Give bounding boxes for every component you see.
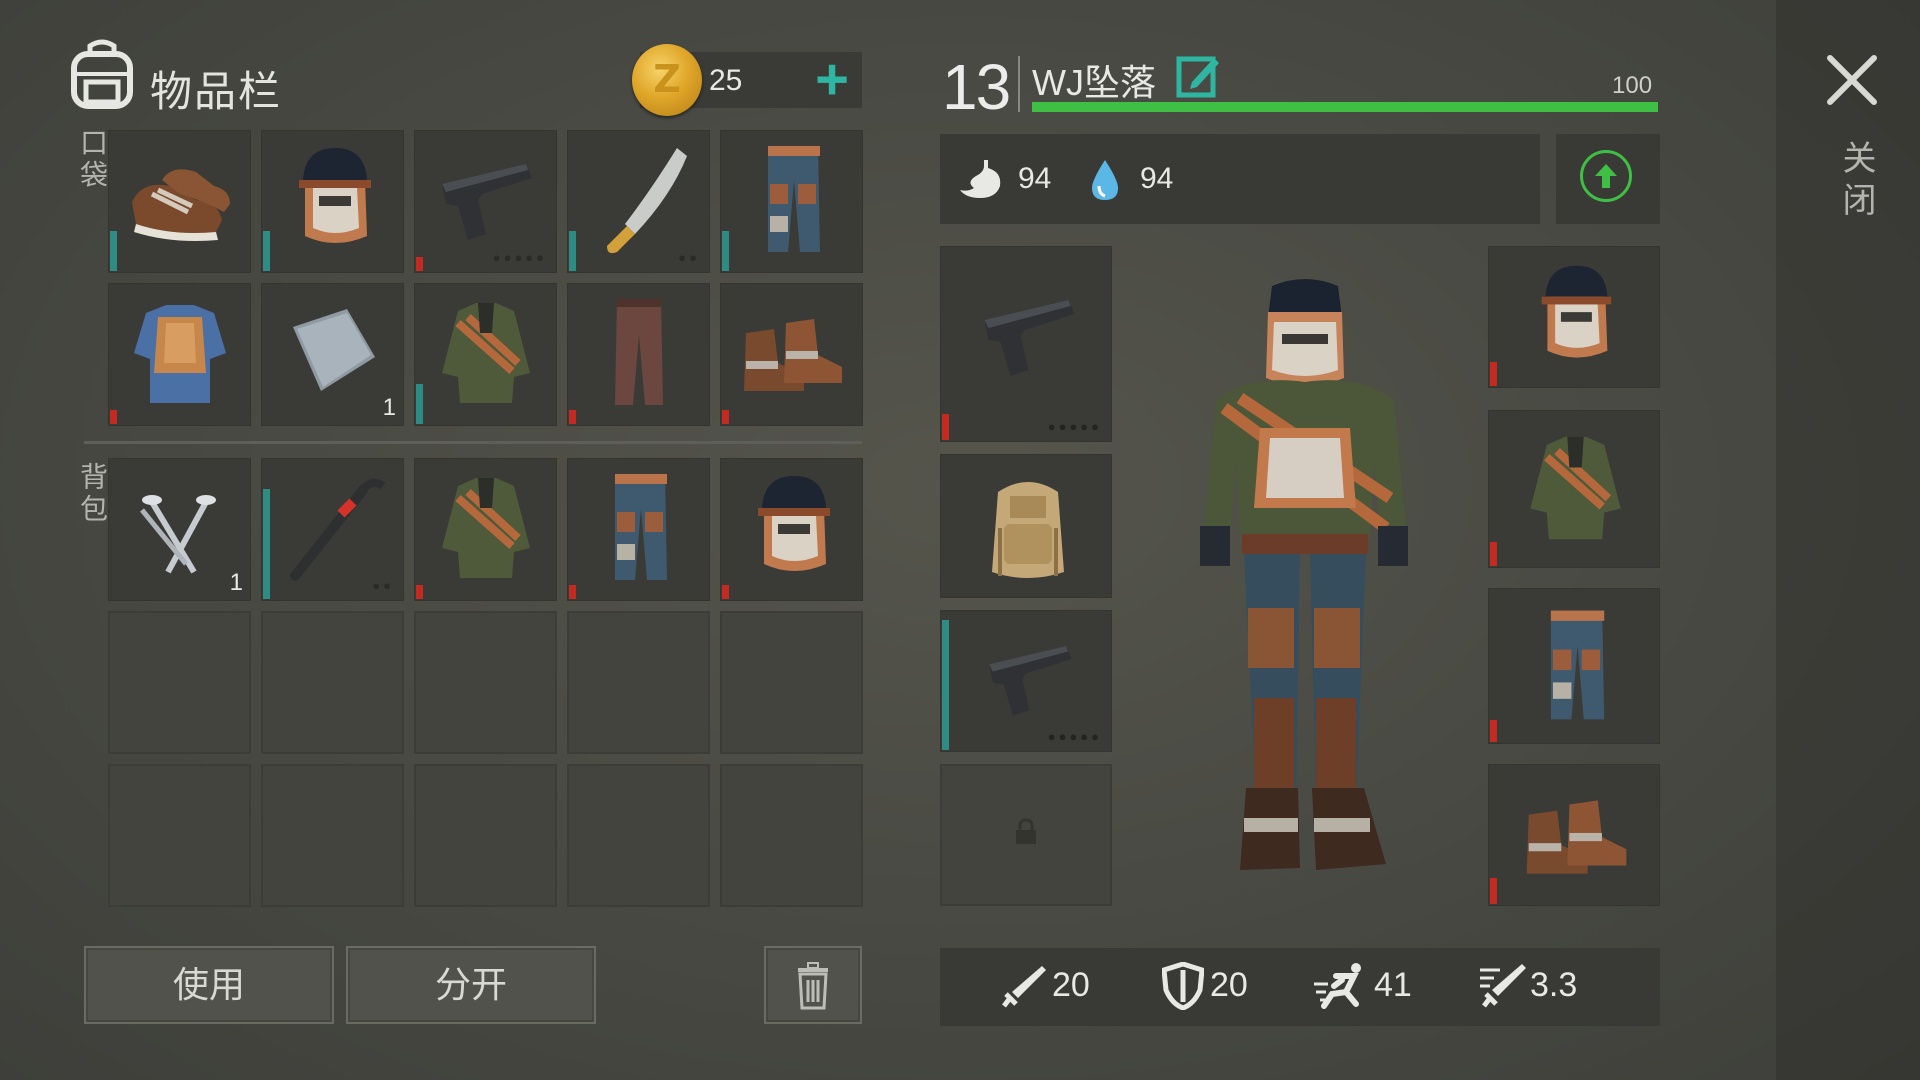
equip-slot-locked[interactable] xyxy=(940,764,1112,906)
character-level: 13 xyxy=(942,51,1011,123)
attack-value: 20 xyxy=(1052,966,1090,1004)
inventory-slot[interactable] xyxy=(567,458,710,601)
inventory-slot[interactable] xyxy=(720,130,863,273)
inventory-slot[interactable]: 1 xyxy=(261,283,404,426)
attack-speed-icon xyxy=(1480,964,1526,1008)
armored-pants-icon xyxy=(768,146,820,252)
sword-icon xyxy=(1002,966,1046,1008)
armored-pants-icon xyxy=(1550,610,1605,720)
stomach-icon xyxy=(960,160,1001,198)
lock-icon xyxy=(1016,818,1036,844)
sneakers-icon xyxy=(132,169,230,241)
camo-jacket-icon xyxy=(1530,436,1621,540)
machete-icon xyxy=(607,148,687,254)
durability-dots: ●● xyxy=(372,578,394,593)
pistol-icon xyxy=(442,164,532,240)
pistol-icon xyxy=(984,300,1075,376)
brown-pants-icon xyxy=(615,299,663,405)
inventory-slot-empty[interactable] xyxy=(720,611,863,754)
split-button[interactable]: 分开 xyxy=(346,946,596,1024)
inventory-slot[interactable]: ●● xyxy=(261,458,404,601)
coin-icon xyxy=(632,44,702,116)
inventory-slot[interactable] xyxy=(261,130,404,273)
trash-icon xyxy=(798,962,828,1010)
metal-plate-icon xyxy=(293,309,375,391)
inventory-slot[interactable] xyxy=(414,458,557,601)
nails-icon xyxy=(140,495,216,574)
use-button[interactable]: 使用 xyxy=(84,946,334,1024)
shield-icon xyxy=(1162,962,1204,1010)
crowbar-icon xyxy=(290,478,386,581)
speed-value: 41 xyxy=(1374,966,1412,1004)
inventory-slot-empty[interactable] xyxy=(108,611,251,754)
backpack-label: 背包 xyxy=(77,462,108,526)
hp-bar-fill xyxy=(1032,102,1658,112)
inventory-slot[interactable] xyxy=(720,458,863,601)
attack-speed-value: 3.3 xyxy=(1530,966,1578,1004)
camo-jacket-icon xyxy=(442,303,530,403)
item-quantity: 1 xyxy=(229,569,243,596)
welding-helmet-icon xyxy=(299,148,371,243)
close-icon[interactable] xyxy=(1826,54,1878,106)
pockets-label: 口袋 xyxy=(77,128,108,192)
backpack-item-icon xyxy=(992,482,1064,578)
inventory-slot-empty[interactable] xyxy=(720,764,863,907)
armored-pants-icon xyxy=(615,474,667,580)
player-name: WJ坠落 xyxy=(1032,62,1156,103)
running-icon xyxy=(1314,963,1361,1009)
durability-dots: ●●●●● xyxy=(492,250,547,265)
level-separator xyxy=(1018,56,1020,112)
inventory-slot-empty[interactable] xyxy=(261,611,404,754)
camo-jacket-icon xyxy=(442,478,530,578)
inventory-slot[interactable] xyxy=(108,130,251,273)
delete-button[interactable] xyxy=(764,946,862,1024)
inventory-slot[interactable] xyxy=(108,283,251,426)
inventory-title: 物品栏 xyxy=(150,68,283,115)
equip-slot-weapon-primary[interactable]: ●●●●● xyxy=(940,246,1112,442)
add-coins-button[interactable]: + xyxy=(804,51,860,109)
edit-icon[interactable] xyxy=(1176,54,1220,98)
armored-vest-icon xyxy=(134,305,226,403)
inventory-slot[interactable]: 1 xyxy=(108,458,251,601)
backpack-icon xyxy=(71,39,133,109)
coin-count: 25 xyxy=(709,64,743,97)
equip-slot-legs[interactable] xyxy=(1488,588,1660,744)
close-button[interactable]: 关闭 xyxy=(1832,140,1881,224)
inventory-slot[interactable] xyxy=(567,283,710,426)
inventory-slot-empty[interactable] xyxy=(108,764,251,907)
equip-slot-backpack[interactable] xyxy=(940,454,1112,598)
inventory-slot-empty[interactable] xyxy=(567,611,710,754)
inventory-slot[interactable]: ●● xyxy=(567,130,710,273)
inventory-slot[interactable]: ●●●●● xyxy=(414,130,557,273)
inventory-slot[interactable] xyxy=(414,283,557,426)
water-drop-icon xyxy=(1092,160,1118,200)
section-divider xyxy=(84,441,862,444)
pistol-icon xyxy=(989,646,1072,716)
equip-slot-feet[interactable] xyxy=(1488,764,1660,906)
inventory-slot-empty[interactable] xyxy=(414,611,557,754)
inventory-slot-empty[interactable] xyxy=(414,764,557,907)
upgrade-arrow-icon xyxy=(1580,150,1632,202)
welding-helmet-icon xyxy=(1541,265,1612,358)
inventory-slot-empty[interactable] xyxy=(261,764,404,907)
brown-boots-icon xyxy=(744,319,842,391)
equip-slot-torso[interactable] xyxy=(1488,410,1660,568)
hunger-value: 94 xyxy=(1018,162,1052,195)
equip-slot-weapon-secondary[interactable]: ●●●●● xyxy=(940,610,1112,752)
thirst-value: 94 xyxy=(1140,162,1174,195)
character-model xyxy=(1200,279,1408,870)
hp-max-value: 100 xyxy=(1612,72,1653,99)
durability-dots: ●● xyxy=(678,250,700,265)
inventory-slot-empty[interactable] xyxy=(567,764,710,907)
inventory-slot[interactable] xyxy=(720,283,863,426)
welding-helmet-icon xyxy=(758,476,830,571)
item-quantity: 1 xyxy=(382,394,396,421)
brown-boots-icon xyxy=(1526,800,1627,874)
defense-value: 20 xyxy=(1210,966,1248,1004)
equip-slot-head[interactable] xyxy=(1488,246,1660,388)
